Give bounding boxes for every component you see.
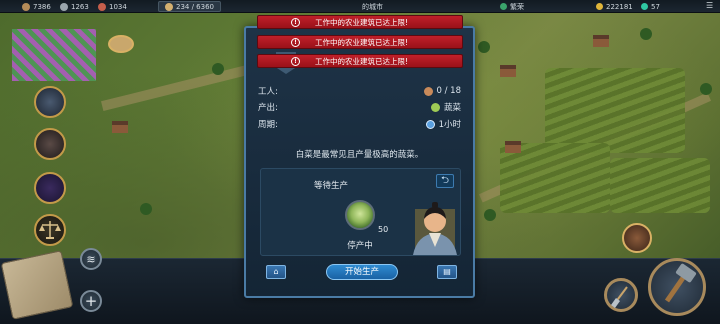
scroll-button[interactable] bbox=[34, 86, 66, 118]
quest-bubble[interactable] bbox=[108, 35, 134, 53]
cycle-label: 周期: bbox=[258, 120, 278, 130]
law-scale-button[interactable] bbox=[34, 214, 66, 246]
wood-icon bbox=[22, 2, 30, 11]
prosperity-label: 繁荣 bbox=[510, 2, 524, 11]
toast-text: 工作中的农业建筑已达上限! bbox=[315, 37, 409, 47]
production-panel: 等待生产 ⮌ 50 停产中 bbox=[260, 168, 461, 256]
resource-bar: 7386 1263 1034 234 / 6360 的城市 繁荣 222181 … bbox=[0, 0, 720, 13]
crop-field[interactable] bbox=[545, 68, 685, 153]
tree bbox=[484, 209, 496, 221]
tree bbox=[478, 41, 490, 53]
house[interactable] bbox=[505, 141, 521, 153]
workers-row: 工人: 0 / 18 bbox=[258, 84, 461, 98]
house[interactable] bbox=[112, 121, 128, 133]
tree bbox=[140, 203, 152, 215]
magic-button[interactable] bbox=[34, 172, 66, 204]
warning-icon: ! bbox=[291, 56, 300, 66]
gem-icon bbox=[641, 3, 648, 10]
crop-field[interactable] bbox=[500, 143, 610, 213]
hammer-button[interactable] bbox=[648, 258, 706, 316]
gem-amount: 57 bbox=[651, 2, 660, 11]
refresh-button[interactable]: ⮌ bbox=[436, 174, 454, 188]
book-icon: ▤ bbox=[443, 267, 451, 276]
menu-icon[interactable]: ☰ bbox=[706, 1, 713, 10]
city-name[interactable]: 的城市 bbox=[362, 1, 383, 12]
toast-text: 工作中的农业建筑已达上限! bbox=[315, 17, 409, 27]
gem-counter[interactable]: 57 bbox=[641, 1, 660, 12]
farm-field-purple[interactable] bbox=[12, 29, 96, 81]
warning-icon: ! bbox=[291, 37, 300, 47]
production-title: 等待生产 bbox=[313, 181, 348, 191]
tree bbox=[640, 28, 652, 40]
meat-icon bbox=[98, 2, 106, 11]
upgrade-button[interactable]: ⌂ bbox=[266, 265, 286, 279]
prosperity-status[interactable]: 繁荣 bbox=[500, 1, 524, 12]
workers-value: 0 / 18 bbox=[436, 86, 462, 96]
advisor-button[interactable] bbox=[34, 128, 66, 160]
gold-icon bbox=[596, 3, 603, 10]
toast-notification: ! 工作中的农业建筑已达上限! bbox=[257, 15, 463, 29]
toast-notification: ! 工作中的农业建筑已达上限! bbox=[257, 54, 463, 68]
cabbage-icon bbox=[345, 200, 375, 230]
output-value: 蔬菜 bbox=[443, 103, 461, 113]
tree bbox=[700, 83, 712, 95]
resource-stone[interactable]: 1263 bbox=[60, 1, 89, 12]
action-bubble[interactable] bbox=[622, 223, 652, 253]
refresh-icon: ⮌ bbox=[440, 175, 449, 186]
vegetable-icon bbox=[430, 102, 440, 112]
resource-wood[interactable]: 7386 bbox=[22, 1, 51, 12]
crop-field[interactable] bbox=[610, 158, 710, 213]
upgrade-icon: ⌂ bbox=[273, 267, 279, 276]
toast-notification: ! 工作中的农业建筑已达上限! bbox=[257, 35, 463, 49]
road bbox=[101, 65, 249, 111]
house[interactable] bbox=[593, 35, 609, 47]
layers-icon: ≋ bbox=[86, 252, 96, 266]
plus-icon: + bbox=[84, 292, 98, 310]
population-amount: 234 / 6360 bbox=[176, 2, 214, 11]
population-icon bbox=[165, 2, 173, 11]
gold-amount: 222181 bbox=[606, 2, 633, 11]
layers-button[interactable]: ≋ bbox=[80, 248, 102, 270]
output-row: 产出: 蔬菜 bbox=[258, 100, 461, 114]
toast-text: 工作中的农业建筑已达上限! bbox=[315, 56, 409, 66]
gold-counter[interactable]: 222181 bbox=[596, 1, 633, 12]
start-production-button[interactable]: 开始生产 bbox=[326, 264, 398, 280]
prosperity-icon bbox=[500, 3, 507, 10]
output-label: 产出: bbox=[258, 103, 278, 113]
stone-icon bbox=[60, 2, 68, 11]
city-name-label: 的城市 bbox=[362, 2, 383, 11]
production-quantity: 50 bbox=[378, 225, 389, 234]
warning-icon: ! bbox=[291, 17, 300, 27]
info-button[interactable]: ▤ bbox=[437, 265, 457, 279]
workers-label: 工人: bbox=[258, 87, 278, 97]
building-description: 白菜是最常见且产量极高的蔬菜。 bbox=[295, 150, 424, 160]
cycle-value: 1小时 bbox=[438, 120, 461, 130]
worker-portrait bbox=[413, 202, 457, 255]
wood-amount: 7386 bbox=[33, 2, 51, 11]
cycle-row: 周期: 1小时 bbox=[258, 117, 461, 131]
tree bbox=[212, 63, 224, 75]
scale-icon bbox=[39, 221, 61, 239]
meat-amount: 1034 bbox=[109, 2, 127, 11]
shovel-icon bbox=[611, 286, 628, 308]
resource-population[interactable]: 234 / 6360 bbox=[158, 1, 221, 12]
production-status: 停产中 bbox=[347, 241, 373, 251]
add-button[interactable]: + bbox=[80, 290, 102, 312]
build-tool-button[interactable] bbox=[604, 278, 638, 312]
worker-icon bbox=[423, 86, 433, 96]
resource-meat[interactable]: 1034 bbox=[98, 1, 127, 12]
hammer-icon bbox=[664, 263, 697, 303]
house[interactable] bbox=[500, 65, 516, 77]
clock-icon bbox=[425, 119, 435, 129]
stone-amount: 1263 bbox=[71, 2, 89, 11]
